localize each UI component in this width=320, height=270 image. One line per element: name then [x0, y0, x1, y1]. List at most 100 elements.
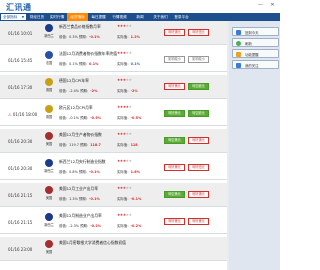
star-icon: ★ [128, 159, 132, 163]
flag-icon [45, 78, 53, 86]
star-icon: ★ [128, 51, 132, 55]
side-button-2[interactable]: 功能提醒 [232, 49, 279, 58]
list-item: 01/16 21:15 新西兰 美国12月制造业产出月率 前值：-2.3% 预期：-0… [0, 210, 227, 234]
flag-icon [45, 51, 53, 59]
actual-label: 实际值： [117, 35, 131, 39]
flag-icon [45, 24, 53, 32]
event-title[interactable]: 美国12月制造业产出月率 [59, 213, 102, 219]
expected-value: -0.2% [90, 224, 102, 228]
country-name: 新西兰 [44, 34, 54, 38]
event-date: 01/16 10:01 [8, 31, 32, 36]
impact-button[interactable]: 利空美元 [164, 191, 185, 198]
side-button-0[interactable]: 回到今天 [232, 27, 279, 36]
country-name: 美国 [45, 250, 53, 254]
impact-button[interactable]: 利好纽元 [188, 29, 209, 36]
actual-label: 实际值： [117, 224, 131, 228]
event-title[interactable]: 法国12月消费者物价指数年率终值 [59, 51, 117, 57]
nav-tab-2[interactable]: 经济指标 [67, 13, 88, 21]
expected-label: 预期： [80, 224, 91, 228]
importance-stars: ★★★★★ [117, 186, 132, 190]
previous-value: 前值：0.3% [59, 35, 79, 39]
close-button[interactable]: ✕ [270, 3, 275, 8]
event-title[interactable]: 德国12月CPI年率 [59, 78, 89, 84]
nav-tab-5[interactable]: 新闻 [130, 13, 150, 21]
impact-button[interactable]: 利空欧元 [188, 110, 209, 117]
nav-tab-0[interactable]: 财经日历 [27, 13, 47, 21]
event-stats: 前值：1.3% 预期：-0.1% [59, 196, 100, 201]
star-icon: ★ [128, 78, 132, 82]
country-name: 德国 [45, 115, 53, 119]
impact-button[interactable]: 利好澳元 [188, 137, 209, 144]
importance-stars: ★★★★★ [117, 105, 132, 109]
star-icon: ★ [128, 132, 132, 136]
calendar-icon [236, 30, 241, 35]
nav-tab-7[interactable]: 登录平台 [171, 13, 192, 21]
event-title[interactable]: 美国1月密歇根大学消费者信心指数初值 [59, 240, 126, 246]
list-item: 01/16 17:30 德国 德国12月CPI年率 前值：-2.4% 预期：-2% ★★… [0, 75, 227, 99]
event-title[interactable]: 新西兰12月央行制造业指数 [59, 159, 106, 165]
actual-value-line: 实际值：-0.1% [117, 196, 141, 201]
flag-icon [45, 132, 53, 140]
event-title[interactable]: 欧元区12月CPI月率 [59, 105, 93, 111]
country-flag: 新西兰 [43, 213, 55, 231]
list-item: 01/16 23:00 美国 美国1月密歇根大学消费者信心指数初值 [0, 237, 227, 261]
event-list: 01/16 10:01 新西兰 新西兰食品价格指数月率 前值：0.3% 预期：-0.1… [0, 21, 227, 270]
impact-button[interactable]: 利好澳元 [164, 29, 185, 36]
event-title[interactable]: 美国12月工业产出月率 [59, 186, 98, 192]
impact-button[interactable]: 利好澳元 [188, 191, 209, 198]
actual-value: -0.2% [130, 224, 142, 228]
actual-value: 1.6% [130, 170, 140, 174]
impact-button[interactable]: 影响较小 [188, 56, 209, 63]
impact-button[interactable]: 利空美元 [164, 137, 185, 144]
minimize-button[interactable]: — [258, 3, 263, 8]
expected-label: 预期： [78, 35, 90, 39]
impact-button[interactable]: 利好美元 [164, 110, 185, 117]
list-item: 01/16 10:01 新西兰 新西兰食品价格指数月率 前值：0.3% 预期：-0.1… [0, 21, 227, 45]
impact-button[interactable]: 利好美元 [164, 83, 185, 90]
country-name: 新西兰 [44, 169, 54, 173]
expected-label: 预期： [79, 143, 91, 147]
list-item: 01/16 21:15 美国 美国12月工业产出月率 前值：1.3% 预期：-0.1%… [0, 183, 227, 207]
impact-button[interactable]: 影响较小 [164, 56, 185, 63]
side-button-3[interactable]: 我的关注 [232, 60, 279, 69]
actual-value-line: 实际值：1.6% [117, 169, 140, 174]
actual-value-line: 实际值：-0.2% [117, 223, 141, 228]
nav-bar: 全部指标 ▼ 财经日历 实时行情 经济指标 每日提醒 行情视频 新闻 关于我们 登录平台 [0, 13, 280, 21]
impact-button[interactable]: 利好美元 [164, 164, 185, 171]
nav-tab-1[interactable]: 实时行情 [47, 13, 67, 21]
event-date: ⚠ 01/16 18:00 [8, 112, 37, 117]
importance-stars: ★★★★★ [117, 213, 132, 217]
event-date: 01/16 21:15 [8, 193, 32, 198]
importance-stars: ★★★★★ [117, 51, 132, 55]
nav-tab-3[interactable]: 每日提醒 [88, 13, 109, 21]
title-bar: 汇讯通 — ✕ [0, 0, 280, 13]
country-flag: 新西兰 [43, 159, 55, 177]
list-item: 01/16 20:30 新西兰 新西兰12月央行制造业指数 前值：0.8% 预期：-0… [0, 156, 227, 180]
impact-button[interactable]: 利好美元 [188, 218, 209, 225]
flag-icon [45, 240, 53, 248]
actual-label: 实际值： [117, 62, 131, 66]
flag-icon [45, 186, 53, 194]
indicator-filter-select[interactable]: 全部指标 ▼ [0, 13, 27, 21]
nav-tab-4[interactable]: 行情视频 [109, 13, 130, 21]
list-item: 01/16 20:30 美国 美国12月生产者物价指数 前值：119.7 预期：118… [0, 129, 227, 153]
country-flag: 美国 [43, 132, 55, 150]
refresh-icon [236, 41, 241, 46]
event-date: 01/16 23:00 [8, 247, 32, 252]
event-title[interactable]: 美国12月生产者物价指数 [59, 132, 102, 138]
flag-icon [45, 159, 53, 167]
event-date-text: 01/16 17:30 [8, 85, 33, 90]
impact-button[interactable]: 利空欧元 [188, 83, 209, 90]
indicator-filter-value: 全部指标 [3, 15, 18, 19]
event-title[interactable]: 新西兰食品价格指数月率 [59, 24, 101, 30]
previous-value: 前值：0.8% [59, 170, 79, 174]
actual-value-line: 实际值：0.1% [117, 61, 140, 66]
country-name: 新西兰 [44, 223, 54, 227]
side-button-1[interactable]: 刷新 [232, 38, 279, 47]
impact-button[interactable]: 利好美元 [164, 218, 185, 225]
actual-value-line: 实际值：-0.5% [117, 115, 141, 120]
country-flag: 美国 [43, 186, 55, 204]
nav-tab-6[interactable]: 关于我们 [150, 13, 171, 21]
impact-button[interactable]: 利好纽元 [188, 164, 209, 171]
side-button-label: 回到今天 [245, 31, 259, 35]
